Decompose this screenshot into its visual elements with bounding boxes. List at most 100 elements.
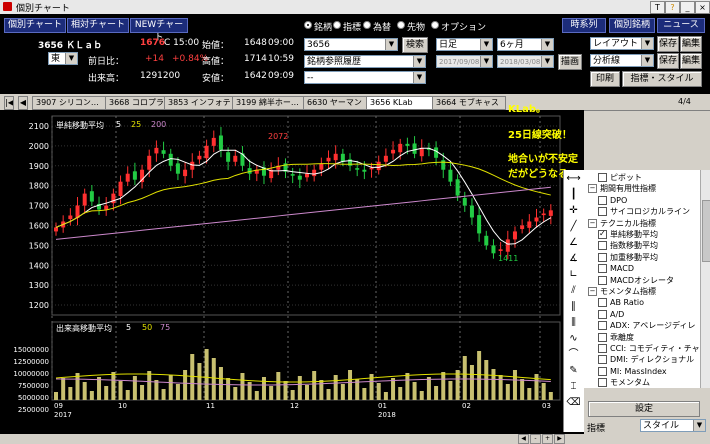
settings-button[interactable]: 設定 — [588, 401, 700, 417]
zoom-out-icon[interactable]: - — [530, 434, 541, 444]
indicator-item[interactable]: MI: MassIndex — [598, 366, 667, 377]
checkbox[interactable] — [598, 344, 607, 353]
search-button[interactable]: 検索 — [402, 37, 428, 53]
checkbox[interactable] — [598, 378, 607, 388]
first-page-icon[interactable]: |◀ — [4, 96, 14, 110]
indicator-item[interactable]: ピボット — [598, 172, 642, 183]
indicator-item[interactable]: ADX: アベレージディレ — [598, 320, 695, 331]
indicator-item[interactable]: MACD — [598, 263, 634, 274]
crosshair-icon[interactable]: ✛ — [566, 204, 581, 218]
text-icon[interactable]: ⌶ — [566, 380, 581, 394]
indicator-item[interactable]: 乖離度 — [598, 332, 634, 343]
indicator-scrollbar[interactable] — [700, 170, 710, 388]
checkbox[interactable] — [598, 298, 607, 308]
indicator-item[interactable]: DMI: ディレクショナル — [598, 354, 694, 365]
fan-icon[interactable]: ∠ — [566, 236, 581, 250]
indicator-item[interactable]: AB Ratio — [598, 297, 644, 308]
stock-tab[interactable]: 3853 インフォテリ — [164, 96, 235, 110]
indicator-item[interactable]: 単純移動平均 — [598, 228, 658, 240]
radio-label-3[interactable]: 先物 — [407, 20, 425, 33]
checkbox[interactable] — [598, 252, 607, 262]
layout-select[interactable]: レイアウト ▼ — [590, 37, 654, 50]
radio-4[interactable] — [431, 21, 439, 29]
checkbox[interactable] — [598, 264, 607, 274]
close-button[interactable]: × — [695, 1, 710, 14]
analysis-edit-button[interactable]: 編集 — [680, 53, 702, 69]
prev-page-icon[interactable]: ◀ — [18, 96, 28, 110]
checkbox[interactable] — [598, 275, 607, 285]
radio-2[interactable] — [363, 21, 371, 29]
checkbox[interactable] — [598, 321, 607, 331]
print-button[interactable]: 印刷 — [590, 71, 620, 87]
minimize-button[interactable]: _ — [680, 1, 695, 14]
help-icon[interactable]: ? — [665, 1, 680, 14]
to-date[interactable]: 2018/03/08 ▼ — [497, 55, 554, 68]
indicator-item[interactable]: 加重移動平均 — [598, 252, 658, 263]
indicator-group[interactable]: − テクニカル指標 — [588, 218, 656, 229]
indicator-item[interactable]: DPO — [598, 195, 627, 206]
individual-chart-button[interactable]: 個別チャート — [4, 18, 66, 33]
chart-area[interactable]: 1200 1300 1400 1500 1600 1700 1800 1900 2000 2100… — [0, 104, 584, 434]
checkbox[interactable] — [598, 309, 607, 319]
indicator-item[interactable]: モメンタム — [598, 377, 650, 388]
indicator-item[interactable]: 指数移動平均 — [598, 240, 658, 251]
layout-save-button[interactable]: 保存 — [657, 36, 679, 52]
indicator-item[interactable]: サイコロジカルライン — [598, 206, 690, 217]
stock-tab[interactable]: 3199 綿半ホー… — [232, 96, 306, 110]
scrollbar-thumb[interactable] — [702, 200, 710, 262]
fibonacci-icon[interactable]: ∡ — [566, 252, 581, 266]
price-chart[interactable]: 1200130014001500160017001800190020002100… — [0, 110, 584, 434]
vertical-line-icon[interactable]: ┃ — [566, 188, 581, 202]
scroll-left-icon[interactable]: ◀ — [518, 434, 529, 444]
stock-info-button[interactable]: 個別銘柄 — [609, 18, 655, 33]
pin-icon[interactable]: T — [650, 1, 665, 14]
secondary-select[interactable]: -- ▼ — [304, 71, 426, 84]
indicator-item[interactable]: A/D — [598, 309, 624, 320]
indicator-item[interactable]: MACDオシレータ — [598, 275, 674, 286]
analysis-select[interactable]: 分析線 ▼ — [590, 54, 654, 67]
collapse-icon[interactable]: − — [588, 184, 597, 194]
stock-tab[interactable]: 3656 KLab — [366, 96, 436, 110]
pen-icon[interactable]: ✎ — [566, 364, 581, 378]
analysis-save-button[interactable]: 保存 — [657, 53, 679, 69]
market-select[interactable]: 東 ▼ — [48, 52, 78, 65]
checkbox[interactable] — [598, 241, 607, 251]
wave-icon[interactable]: ∿ — [566, 332, 581, 346]
timeseries-button[interactable]: 時系列 — [562, 18, 606, 33]
cursor-icon[interactable]: ⟷ — [566, 172, 581, 186]
indicator-item[interactable]: CCI: コモディティ・チャ — [598, 343, 700, 354]
radio-3[interactable] — [397, 21, 405, 29]
news-button[interactable]: ニュース — [657, 18, 705, 33]
radio-label-2[interactable]: 為替 — [373, 20, 391, 33]
style-button[interactable]: 指標・スタイル>> — [622, 71, 702, 98]
radio-1[interactable] — [333, 21, 341, 29]
channel-icon[interactable]: ⫽ — [566, 284, 581, 298]
checkbox[interactable] — [598, 173, 607, 182]
cycle-icon[interactable]: ⫼ — [566, 316, 581, 330]
stock-tab[interactable]: 3907 シリコン… — [32, 96, 108, 110]
radio-0[interactable] — [304, 21, 312, 29]
eraser-icon[interactable]: ⌫ — [566, 396, 581, 410]
stock-tab[interactable]: 3668 コロプラ — [105, 96, 167, 110]
arc-icon[interactable]: ⌒ — [566, 348, 581, 362]
parallel-icon[interactable]: ∥ — [566, 300, 581, 314]
history-select[interactable]: 銘柄参照履歴 ▼ — [304, 55, 426, 68]
checkbox[interactable] — [598, 355, 607, 365]
new-chart-button[interactable]: NEWチャート — [130, 18, 188, 43]
stock-tab[interactable]: 3664 モブキャス — [432, 96, 506, 110]
checkbox[interactable] — [598, 366, 607, 376]
interval-select[interactable]: 日足 ▼ — [436, 38, 493, 51]
stock-tab[interactable]: 6630 ヤーマン — [303, 96, 369, 110]
checkbox[interactable] — [598, 332, 607, 342]
angle-icon[interactable]: ∟ — [566, 268, 581, 282]
collapse-icon[interactable]: − — [588, 218, 597, 228]
trendline-icon[interactable]: ╱ — [566, 220, 581, 234]
indicator-group[interactable]: − 期間有用性指標 — [588, 183, 656, 194]
style-select[interactable]: スタイル ▼ — [640, 419, 706, 432]
code-input[interactable]: 3656 ▼ — [304, 38, 398, 51]
layout-edit-button[interactable]: 編集 — [680, 36, 702, 52]
collapse-icon[interactable]: − — [588, 287, 597, 296]
relative-chart-button[interactable]: 相対チャート — [67, 18, 129, 33]
indicator-group[interactable]: − モメンタム指標 — [588, 286, 656, 297]
checkbox[interactable] — [598, 207, 607, 217]
